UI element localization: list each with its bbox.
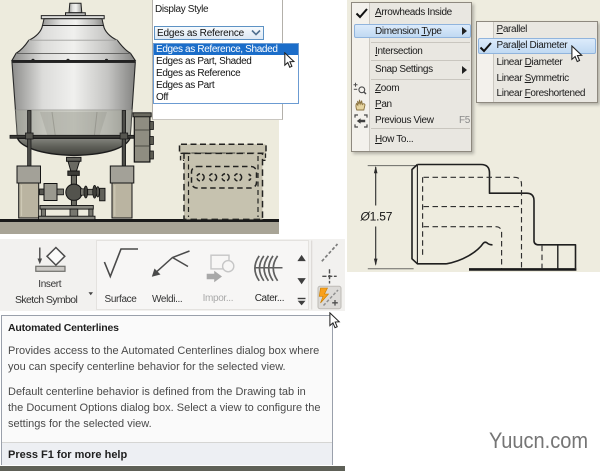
svg-text:Ø1.57: Ø1.57 <box>360 210 393 224</box>
